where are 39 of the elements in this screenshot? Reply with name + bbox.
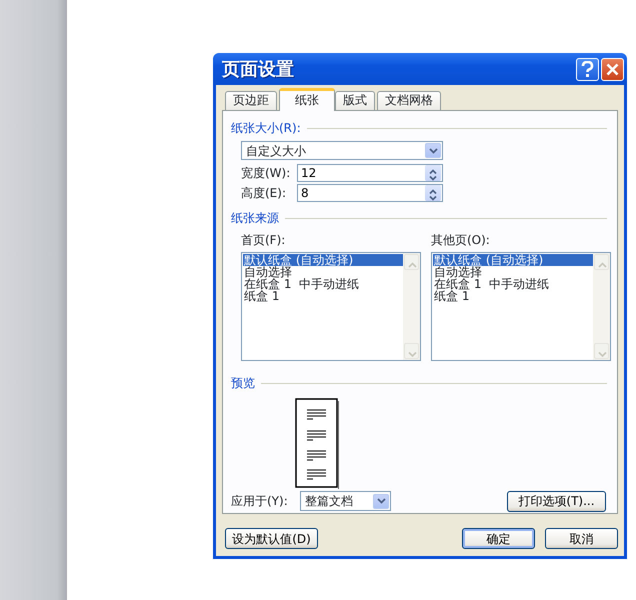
field-label: 高度(E):	[241, 185, 287, 202]
tab[interactable]: 版式	[335, 91, 375, 110]
section-label: 纸张大小(R):	[231, 120, 301, 137]
list-item[interactable]: 自动选择	[243, 266, 403, 278]
list-label: 首页(F):	[241, 232, 286, 249]
list-item[interactable]: 默认纸盒 (自动选择)	[243, 254, 403, 266]
dialog-button[interactable]: 确定	[462, 528, 535, 549]
list-item[interactable]: 默认纸盒 (自动选择)	[433, 254, 593, 266]
number-field[interactable]: 12	[297, 164, 443, 182]
paper-size-dropdown[interactable]: 自定义大小	[241, 141, 443, 160]
list-item[interactable]: 自动选择	[433, 266, 593, 278]
caret-icon	[376, 498, 386, 504]
list-item[interactable]: 在纸盒 1 中手动进纸	[433, 278, 593, 290]
close-icon	[606, 62, 619, 76]
apply-to-dropdown[interactable]: 整篇文档	[300, 491, 391, 511]
help-icon	[581, 60, 594, 78]
section-label: 预览	[231, 375, 255, 392]
spin-button[interactable]	[425, 165, 441, 181]
number-field[interactable]: 8	[297, 184, 443, 202]
print-options-button[interactable]: 打印选项(T)...	[507, 490, 606, 512]
caret-icon	[428, 148, 438, 154]
tab[interactable]: 纸张	[279, 88, 335, 111]
list-item[interactable]: 在纸盒 1 中手动进纸	[243, 278, 403, 290]
apply-to-label: 应用于(Y):	[231, 493, 289, 510]
tab[interactable]: 文档网格	[377, 91, 441, 110]
list-label: 其他页(O):	[431, 232, 490, 249]
list-item[interactable]: 纸盒 1	[243, 290, 403, 302]
list-box[interactable]: 默认纸盒 (自动选择) 自动选择 在纸盒 1 中手动进纸 纸盒 1	[431, 252, 611, 361]
field-label: 宽度(W):	[241, 165, 292, 182]
close-button[interactable]	[601, 58, 624, 80]
window-title: 页面设置	[222, 58, 294, 82]
section-label: 纸张来源	[231, 210, 279, 227]
list-box[interactable]: 默认纸盒 (自动选择) 自动选择 在纸盒 1 中手动进纸 纸盒 1	[241, 252, 421, 361]
dialog-button[interactable]: 设为默认值(D)	[225, 528, 318, 549]
dialog-button[interactable]: 取消	[545, 528, 618, 549]
tab[interactable]: 页边距	[225, 91, 277, 110]
spin-button[interactable]	[425, 185, 441, 201]
list-item[interactable]: 纸盒 1	[433, 290, 593, 302]
help-button[interactable]	[576, 58, 599, 80]
